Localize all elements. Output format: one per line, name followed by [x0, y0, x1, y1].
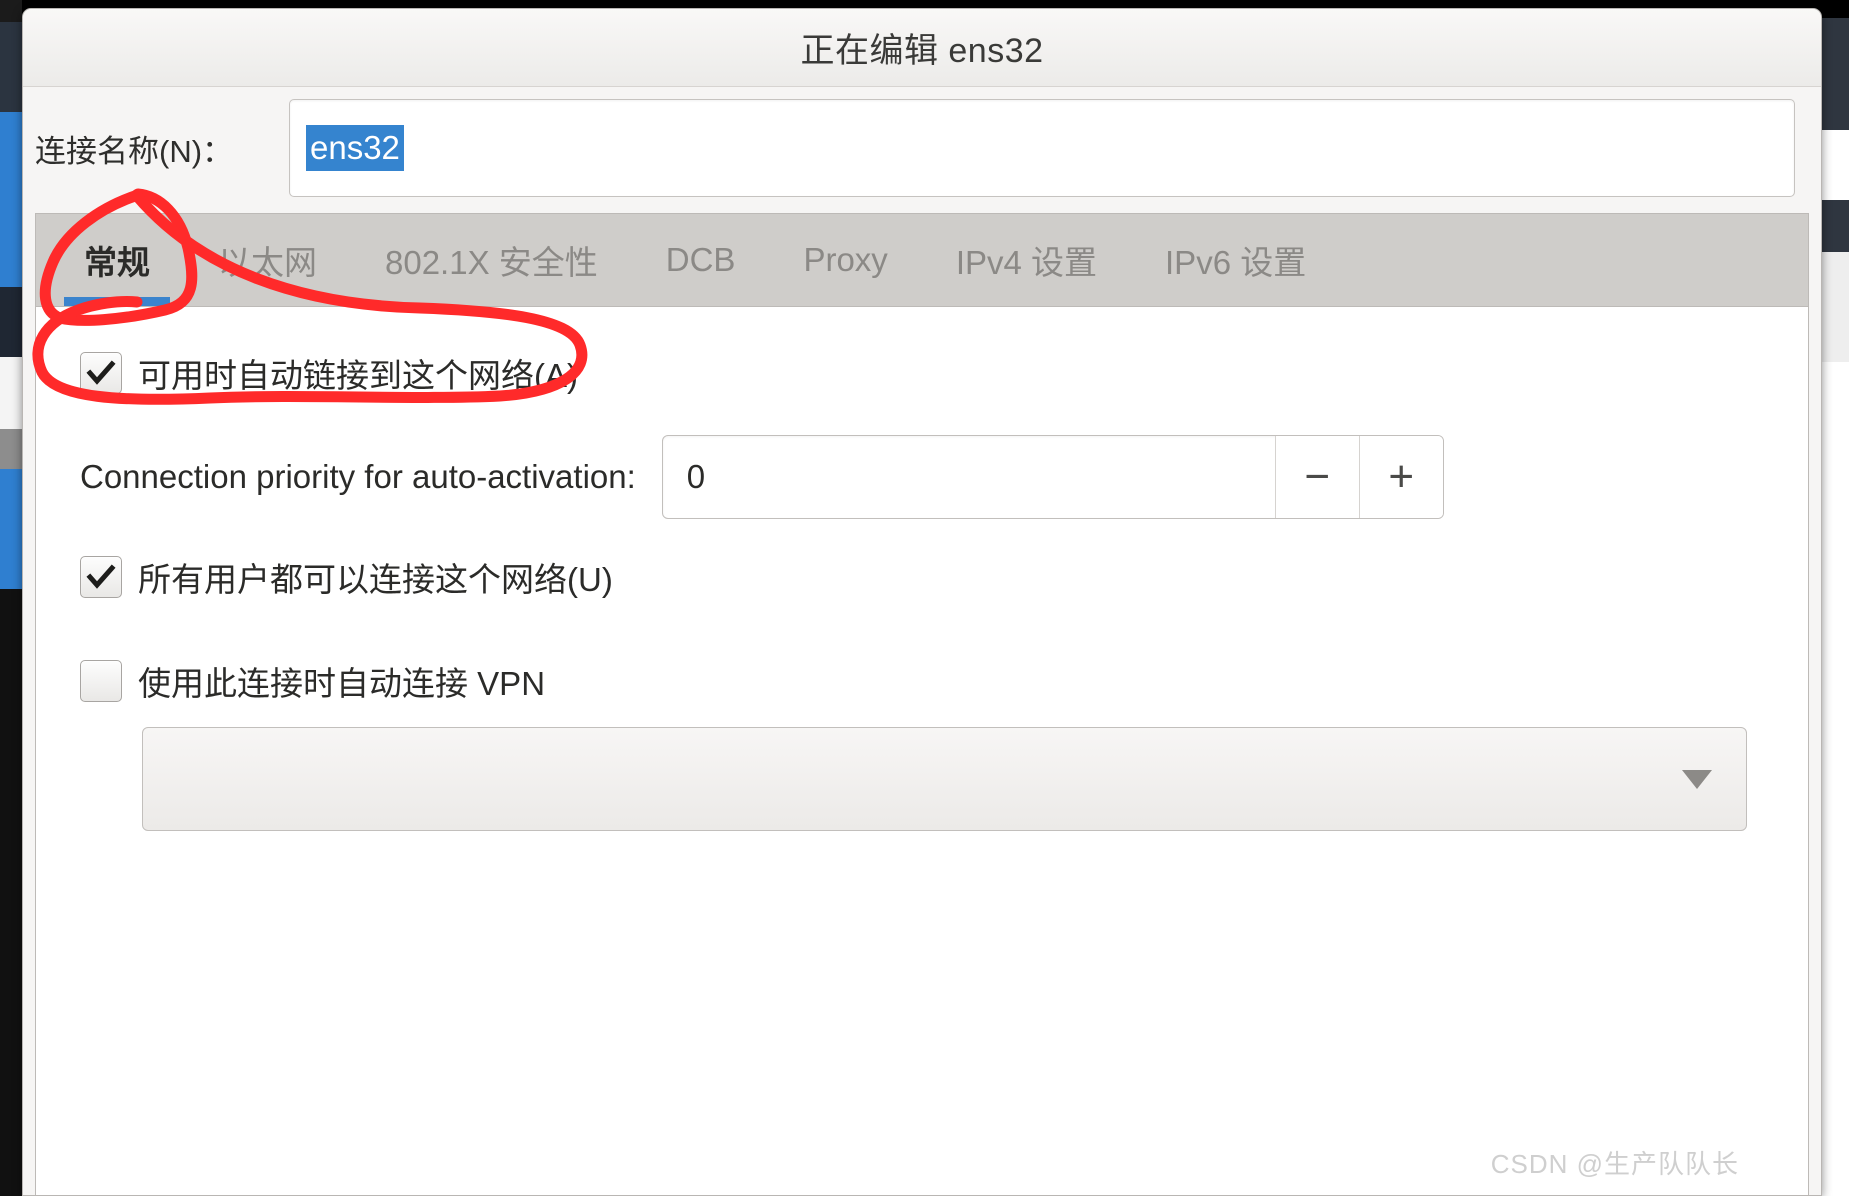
priority-spinner[interactable]: 0 − +: [661, 435, 1444, 519]
priority-increment-button[interactable]: +: [1358, 436, 1443, 518]
background-strip-segment: [0, 429, 22, 469]
background-strip-segment: [0, 469, 22, 589]
auto-vpn-row: 使用此连接时自动连接 VPN: [80, 657, 1778, 705]
auto-vpn-label: 使用此连接时自动连接 VPN: [138, 665, 546, 702]
tab-8021x-security[interactable]: 802.1X 安全性: [351, 213, 632, 306]
tab-ipv6-settings[interactable]: IPv6 设置: [1131, 213, 1340, 306]
all-users-row: 所有用户都可以连接这个网络(U): [80, 553, 1778, 601]
tab-proxy[interactable]: Proxy: [769, 213, 921, 306]
priority-row: Connection priority for auto-activation:…: [80, 435, 1778, 519]
screen: 正在编辑 ens32 连接名称(N)： ens32 常规 以太网 802.1X …: [0, 0, 1849, 1196]
background-strip-segment: [0, 357, 22, 429]
background-strip-segment: [0, 287, 22, 357]
background-strip-segment: [0, 22, 22, 112]
dialog-title: 正在编辑 ens32: [800, 32, 1044, 70]
tab-general[interactable]: 常规: [50, 213, 184, 306]
settings-notebook: 常规 以太网 802.1X 安全性 DCB Proxy IPv4 设置 IPv6…: [35, 213, 1809, 1195]
priority-label: Connection priority for auto-activation:: [80, 458, 636, 495]
all-users-label: 所有用户都可以连接这个网络(U): [138, 561, 613, 598]
all-users-checkbox[interactable]: [80, 556, 122, 598]
watermark: CSDN @生产队队长: [1490, 1149, 1739, 1179]
auto-connect-row: 可用时自动链接到这个网络(A): [80, 349, 1778, 397]
vpn-connection-combobox[interactable]: [142, 727, 1747, 831]
tab-label: 常规: [84, 243, 150, 281]
connection-name-row: 连接名称(N)： ens32: [23, 87, 1821, 213]
auto-connect-label: 可用时自动链接到这个网络(A): [138, 357, 578, 394]
chevron-down-icon: [1682, 769, 1712, 789]
edit-connection-dialog: 正在编辑 ens32 连接名称(N)： ens32 常规 以太网 802.1X …: [22, 8, 1822, 1196]
background-strip-segment: [0, 112, 22, 287]
priority-decrement-button[interactable]: −: [1274, 436, 1359, 518]
tab-ipv4-settings[interactable]: IPv4 设置: [922, 213, 1131, 306]
general-tab-page: 可用时自动链接到这个网络(A) Connection priority for …: [36, 307, 1808, 1195]
auto-connect-checkbox[interactable]: [80, 352, 122, 394]
checkmark-icon: [86, 564, 116, 589]
auto-vpn-checkbox[interactable]: [80, 660, 122, 702]
tab-label: IPv4 设置: [955, 243, 1098, 281]
priority-value[interactable]: 0: [663, 436, 1275, 518]
tab-label: DCB: [665, 240, 736, 278]
tab-label: 802.1X 安全性: [385, 243, 598, 281]
tab-label: 以太网: [218, 243, 317, 281]
tab-ethernet[interactable]: 以太网: [184, 213, 351, 306]
checkmark-icon: [86, 360, 116, 385]
dialog-titlebar: 正在编辑 ens32: [23, 9, 1821, 87]
connection-name-label: 连接名称(N)：: [35, 133, 234, 169]
tab-dcb[interactable]: DCB: [632, 213, 770, 306]
connection-name-value: ens32: [306, 125, 404, 171]
tab-bar: 常规 以太网 802.1X 安全性 DCB Proxy IPv4 设置 IPv6…: [36, 214, 1808, 307]
tab-label: IPv6 设置: [1165, 243, 1307, 281]
tab-label: Proxy: [803, 240, 888, 278]
background-window-left-strip: [0, 0, 22, 1196]
background-strip-segment: [0, 589, 22, 1196]
connection-name-input[interactable]: ens32: [289, 99, 1795, 197]
